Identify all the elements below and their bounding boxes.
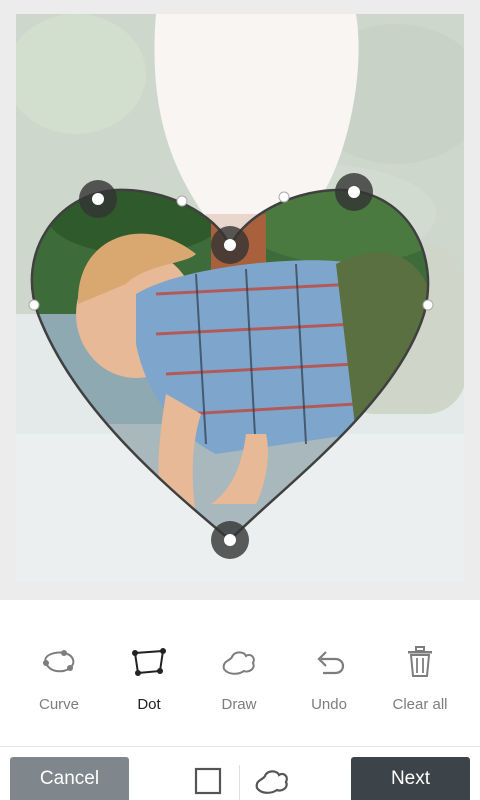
tool-undo[interactable]: Undo	[284, 642, 374, 722]
freehand-draw-icon	[219, 642, 259, 682]
handle-top-left[interactable]	[79, 180, 117, 218]
image-canvas[interactable]	[0, 0, 480, 600]
tool-dot[interactable]: Dot	[104, 642, 194, 722]
tool-draw-label: Draw	[221, 696, 257, 713]
tool-curve-label: Curve	[38, 696, 79, 713]
handle-small-left[interactable]	[28, 299, 40, 311]
polygon-dot-icon	[129, 642, 169, 682]
handle-top-right[interactable]	[335, 173, 373, 211]
tool-dot-label: Dot	[137, 696, 161, 713]
tool-draw[interactable]: Draw	[194, 642, 284, 722]
tool-clear-all-label: Clear all	[392, 696, 448, 713]
handle-small-top-a[interactable]	[176, 195, 188, 207]
freeform-shape-icon[interactable]	[252, 761, 292, 800]
handle-small-top-b[interactable]	[278, 191, 290, 203]
bottom-action-bar: Cancel Next	[0, 746, 480, 800]
handle-top-center[interactable]	[211, 226, 249, 264]
tool-clear-all[interactable]: Clear all	[375, 642, 465, 722]
cutout-toolbar: Curve Dot Draw Undo Clear all	[0, 600, 480, 746]
undo-icon	[309, 642, 349, 682]
selection-handles[interactable]	[16, 14, 464, 582]
photo	[16, 14, 464, 582]
handle-small-right[interactable]	[422, 299, 434, 311]
handle-bottom[interactable]	[211, 521, 249, 559]
curve-lasso-icon	[39, 642, 79, 682]
square-shape-icon[interactable]	[188, 761, 228, 800]
cancel-button[interactable]: Cancel	[10, 757, 129, 800]
next-button[interactable]: Next	[351, 757, 470, 800]
shape-divider	[239, 765, 240, 800]
tool-curve[interactable]: Curve	[14, 642, 104, 722]
tool-undo-label: Undo	[311, 696, 347, 713]
trash-icon	[400, 642, 440, 682]
